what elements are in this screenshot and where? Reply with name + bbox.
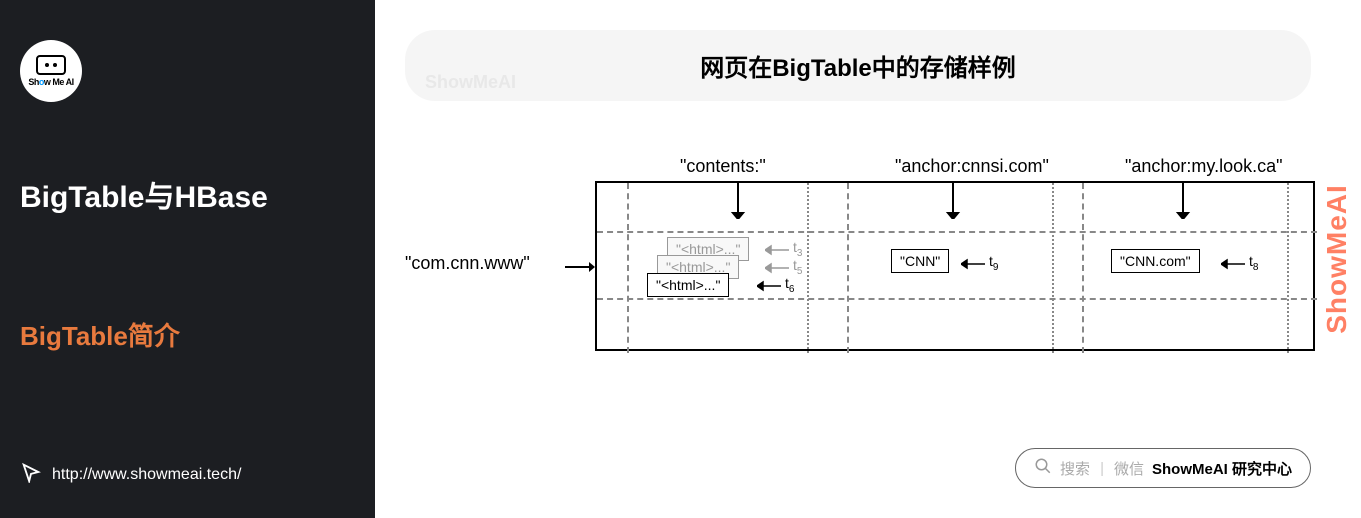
center-label: ShowMeAI 研究中心 (1152, 458, 1292, 479)
column-header: "contents:" (680, 156, 766, 177)
wechat-label: 微信 (1114, 458, 1144, 479)
arrow-left-icon (757, 279, 781, 297)
timestamp-label: t8 (1249, 253, 1258, 273)
cell-value: "CNN" (891, 249, 949, 273)
sidebar-title: BigTable与HBase (20, 172, 355, 216)
sidebar-subtitle: BigTable简介 (20, 316, 355, 353)
timestamp-label: t6 (785, 275, 794, 295)
footer-link-text: http://www.showmeai.tech/ (52, 466, 241, 484)
logo: Show Me AI (20, 40, 355, 102)
arrow-down-icon (1175, 181, 1191, 224)
column-header: "anchor:cnnsi.com" (895, 156, 1049, 177)
timestamp-label: t9 (989, 253, 998, 273)
watermark-text: ShowMeAI (425, 72, 516, 93)
arrow-right-icon (565, 259, 595, 280)
main-title-bar: ShowMeAI 网页在BigTable中的存储样例 (405, 30, 1311, 101)
sidebar: Show Me AI BigTable与HBase BigTable简介 htt… (0, 0, 375, 518)
timestamp-label: t3 (793, 239, 802, 259)
arrow-down-icon (730, 181, 746, 224)
cursor-icon (20, 461, 42, 488)
search-icon (1034, 457, 1052, 479)
cell-value: "CNN.com" (1111, 249, 1200, 273)
arrow-left-icon (961, 257, 985, 275)
main-title: 网页在BigTable中的存储样例 (700, 55, 1016, 82)
search-bar[interactable]: 搜索 | 微信 ShowMeAI 研究中心 (1015, 448, 1311, 488)
timestamp-label: t5 (793, 257, 802, 277)
arrow-left-icon (1221, 257, 1245, 275)
side-watermark: ShowMeAI (1321, 184, 1353, 334)
row-key-label: "com.cnn.www" (405, 253, 530, 274)
footer-link[interactable]: http://www.showmeai.tech/ (20, 461, 355, 488)
arrow-down-icon (945, 181, 961, 224)
column-header: "anchor:my.look.ca" (1125, 156, 1283, 177)
main-content: ShowMeAI 网页在BigTable中的存储样例 "com.cnn.www"… (375, 0, 1361, 518)
cell-value: "<html>..." (647, 273, 729, 297)
search-label: 搜索 (1060, 458, 1090, 479)
divider: | (1100, 460, 1104, 477)
bigtable-diagram: "com.cnn.www" "contents:" "anchor:cnnsi.c… (405, 141, 1311, 401)
arrow-left-icon (765, 243, 789, 261)
